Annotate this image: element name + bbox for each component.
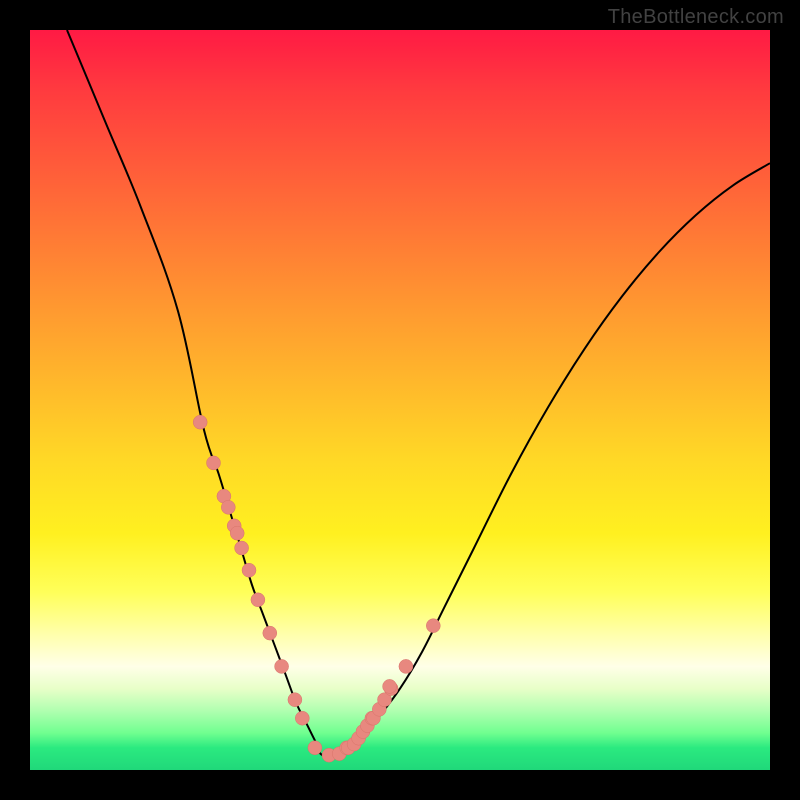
sample-dot (295, 711, 309, 725)
sample-dot (288, 693, 302, 707)
sample-dot (242, 563, 256, 577)
watermark-text: TheBottleneck.com (608, 6, 784, 29)
sample-dot (207, 456, 221, 470)
chart-svg (30, 30, 770, 770)
sample-dots-group (193, 415, 440, 762)
sample-dot (308, 741, 322, 755)
bottleneck-curve (67, 30, 770, 757)
sample-dot (230, 526, 244, 540)
sample-dot (263, 626, 277, 640)
sample-dot (399, 659, 413, 673)
sample-dot (221, 500, 235, 514)
sample-dot (426, 619, 440, 633)
sample-dot (193, 415, 207, 429)
sample-dot (235, 541, 249, 555)
sample-dot (383, 679, 397, 693)
sample-dot (275, 659, 289, 673)
sample-dot (251, 593, 265, 607)
